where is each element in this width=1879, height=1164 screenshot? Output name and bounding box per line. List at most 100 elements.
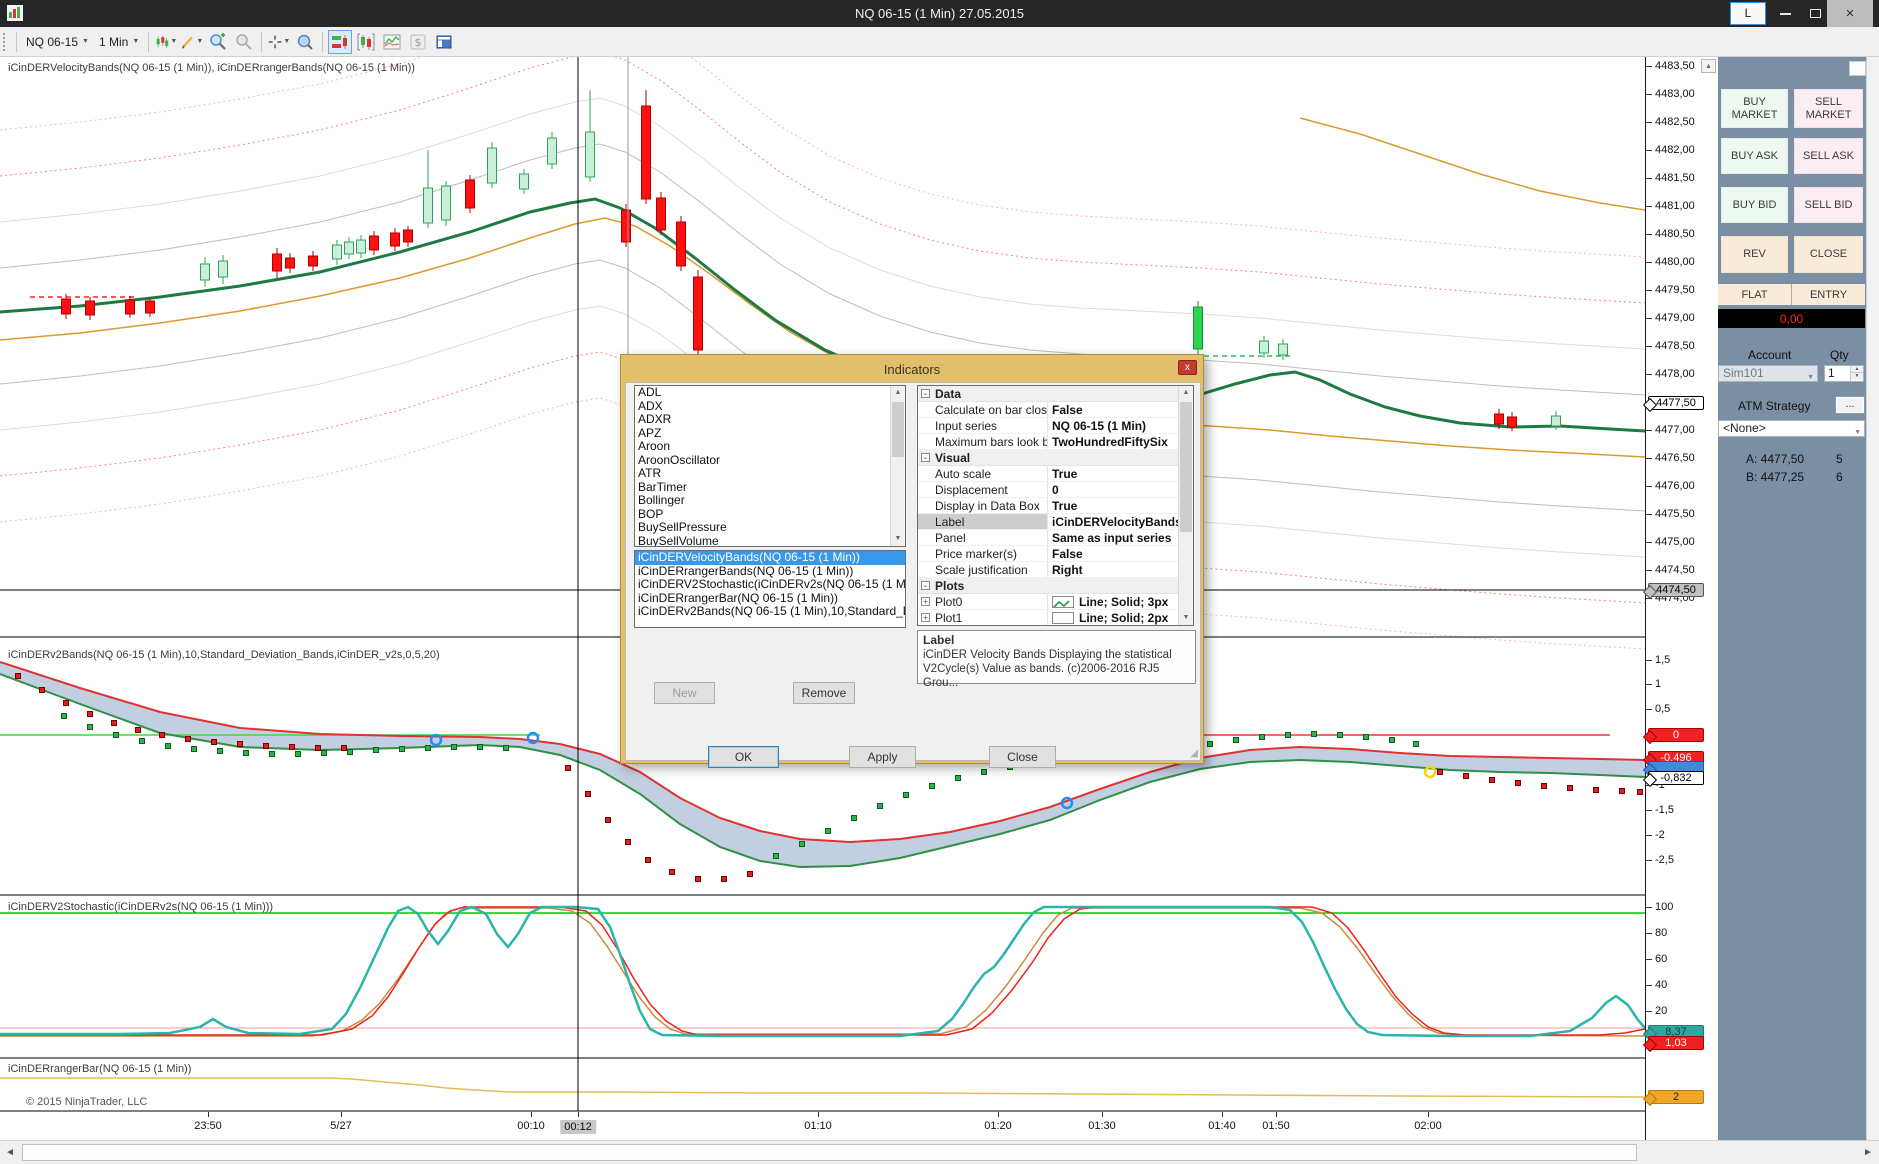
price-tick: -1,5 <box>1646 804 1674 816</box>
property-row[interactable]: Input seriesNQ 06-15 (1 Min) <box>918 418 1193 434</box>
property-row[interactable]: +Plot1Line; Solid; 2px <box>918 610 1193 626</box>
apply-button[interactable]: Apply <box>849 746 916 768</box>
available-indicator-item[interactable]: APZ <box>635 427 890 441</box>
chart-trader-icon[interactable] <box>354 30 378 54</box>
ok-button[interactable]: OK <box>708 746 779 768</box>
axis-scroll-up-icon[interactable]: ▲ <box>1701 59 1716 73</box>
available-indicators-list[interactable]: ▲▼ ADLADXADXRAPZAroonAroonOscillatorATRB… <box>634 385 906 547</box>
crosshair-icon[interactable]: ▼ <box>267 30 291 54</box>
scroll-left-icon[interactable]: ◄ <box>0 1141 20 1164</box>
configured-indicator-item[interactable]: iCinDERVelocityBands(NQ 06-15 (1 Min)) <box>635 551 905 565</box>
close-button[interactable]: × <box>1827 0 1873 27</box>
maximize-button[interactable] <box>1802 0 1828 27</box>
property-group-row[interactable]: -Visual <box>918 450 1193 466</box>
buy-bid-button[interactable]: BUY BID <box>1721 187 1788 223</box>
toolbar-grip[interactable] <box>3 33 8 51</box>
property-row[interactable]: Calculate on bar closeFalse <box>918 402 1193 418</box>
scrollbar-thumb[interactable] <box>22 1144 1637 1161</box>
property-row[interactable]: Display in Data BoxTrue <box>918 498 1193 514</box>
property-group-row[interactable]: -Plots <box>918 578 1193 594</box>
signal-dot <box>852 816 857 821</box>
indicators-dialog[interactable]: Indicators x ▲▼ ADLADXADXRAPZAroonAroonO… <box>620 354 1204 764</box>
price-axis[interactable]: ▲ 4483,504483,004482,504482,004481,50448… <box>1645 57 1718 1140</box>
dollar-icon[interactable]: $ <box>406 30 430 54</box>
signal-dot <box>670 870 675 875</box>
sell-market-button[interactable]: SELL MARKET <box>1794 89 1863 128</box>
ask-size: 5 <box>1836 452 1843 466</box>
interval-selector[interactable]: 1 Min▼ <box>94 30 144 54</box>
data-box-icon[interactable] <box>293 30 317 54</box>
layout-icon[interactable] <box>432 30 456 54</box>
property-row[interactable]: Price marker(s)False <box>918 546 1193 562</box>
available-indicator-item[interactable]: ADXR <box>635 413 890 427</box>
configured-indicator-item[interactable]: iCinDERv2Bands(NQ 06-15 (1 Min),10,Stand… <box>635 605 905 619</box>
available-indicator-item[interactable]: Aroon <box>635 440 890 454</box>
signal-dot <box>626 840 631 845</box>
buy-ask-button[interactable]: BUY ASK <box>1721 138 1788 174</box>
scroll-right-icon[interactable]: ► <box>1858 1141 1878 1164</box>
link-button[interactable]: L <box>1730 2 1766 25</box>
sell-bid-button[interactable]: SELL BID <box>1794 187 1863 223</box>
property-group-row[interactable]: -Data <box>918 386 1193 402</box>
signal-dot <box>140 739 145 744</box>
close-position-button[interactable]: CLOSE <box>1794 236 1863 273</box>
dialog-title[interactable]: Indicators <box>625 358 1199 381</box>
stochastic-panel-label: iCinDERV2Stochastic(iCinDERv2s(NQ 06-15 … <box>8 901 273 913</box>
dialog-close-icon[interactable]: x <box>1178 360 1197 375</box>
signal-dot <box>1390 738 1395 743</box>
available-indicator-item[interactable]: ATR <box>635 467 890 481</box>
bid-size: 6 <box>1836 470 1843 484</box>
property-row[interactable]: +Plot0Line; Solid; 3px <box>918 594 1193 610</box>
qty-down-icon[interactable]: ▼ <box>1851 373 1863 380</box>
configured-indicator-item[interactable]: iCinDERrangerBar(NQ 06-15 (1 Min)) <box>635 592 905 606</box>
reverse-button[interactable]: REV <box>1721 236 1788 273</box>
resize-grip[interactable]: ◢ <box>1190 748 1198 759</box>
available-indicator-item[interactable]: AroonOscillator <box>635 454 890 468</box>
remove-button[interactable]: Remove <box>793 682 855 704</box>
available-indicator-item[interactable]: BOP <box>635 508 890 522</box>
available-indicator-item[interactable]: BuySellPressure <box>635 521 890 535</box>
panel-scrollbar[interactable] <box>1866 57 1879 1140</box>
chart-style-icon[interactable]: ▼ <box>154 30 178 54</box>
dialog-close-button[interactable]: Close <box>989 746 1056 768</box>
property-row[interactable]: Scale justificationRight <box>918 562 1193 578</box>
property-row[interactable]: PanelSame as input series <box>918 530 1193 546</box>
available-indicator-item[interactable]: ADX <box>635 400 890 414</box>
minimize-button[interactable] <box>1772 0 1798 27</box>
quantity-stepper[interactable]: 1 ▲▼ <box>1824 365 1864 382</box>
property-row[interactable]: Auto scaleTrue <box>918 466 1193 482</box>
property-row[interactable]: Maximum bars look backTwoHundredFiftySix <box>918 434 1193 450</box>
indicator-properties-grid[interactable]: -DataCalculate on bar closeFalseInput se… <box>917 385 1194 626</box>
configured-indicators-list[interactable]: iCinDERVelocityBands(NQ 06-15 (1 Min))iC… <box>634 550 906 628</box>
sell-ask-button[interactable]: SELL ASK <box>1794 138 1863 174</box>
available-indicator-item[interactable]: ADL <box>635 386 890 400</box>
property-row[interactable]: Displacement0 <box>918 482 1193 498</box>
time-axis[interactable]: 23:505/2700:1000:1201:1001:2001:3001:400… <box>0 1112 1645 1140</box>
zoom-out-icon[interactable] <box>232 30 256 54</box>
configured-indicator-item[interactable]: iCinDERrangerBands(NQ 06-15 (1 Min)) <box>635 565 905 579</box>
horizontal-scrollbar[interactable]: ◄ ► <box>0 1140 1879 1164</box>
instrument-selector[interactable]: NQ 06-15▼ <box>21 30 94 54</box>
panel-collapse-button[interactable] <box>1849 61 1866 76</box>
property-row[interactable]: LabeliCinDERVelocityBands <box>918 514 1193 530</box>
flat-button[interactable]: FLAT <box>1718 284 1792 305</box>
buy-market-button[interactable]: BUY MARKET <box>1721 89 1788 128</box>
entry-button[interactable]: ENTRY <box>1792 284 1865 305</box>
atm-options-button[interactable]: ... <box>1836 397 1864 413</box>
title-bar[interactable]: NQ 06-15 (1 Min) 27.05.2015 L × <box>0 0 1879 27</box>
configured-indicator-item[interactable]: iCinDERV2Stochastic(iCinDERv2s(NQ 06-15 … <box>635 578 905 592</box>
available-indicator-item[interactable]: BuySellVolume <box>635 535 890 548</box>
available-indicator-item[interactable]: BarTimer <box>635 481 890 495</box>
list-scrollbar[interactable]: ▲▼ <box>890 386 905 546</box>
atm-strategy-select[interactable]: <None>▼ <box>1718 420 1865 437</box>
zoom-in-icon[interactable] <box>206 30 230 54</box>
indicators-icon[interactable] <box>328 30 352 54</box>
mini-chart-icon[interactable] <box>380 30 404 54</box>
available-indicator-item[interactable]: Bollinger <box>635 494 890 508</box>
pnl-display: 0,00 <box>1718 309 1865 328</box>
new-button[interactable]: New <box>654 682 715 704</box>
drawing-tools-icon[interactable]: ▼ <box>180 30 204 54</box>
account-select[interactable]: Sim101▼ <box>1718 365 1818 382</box>
qty-up-icon[interactable]: ▲ <box>1851 366 1863 373</box>
grid-scrollbar[interactable]: ▲▼ <box>1178 386 1193 625</box>
